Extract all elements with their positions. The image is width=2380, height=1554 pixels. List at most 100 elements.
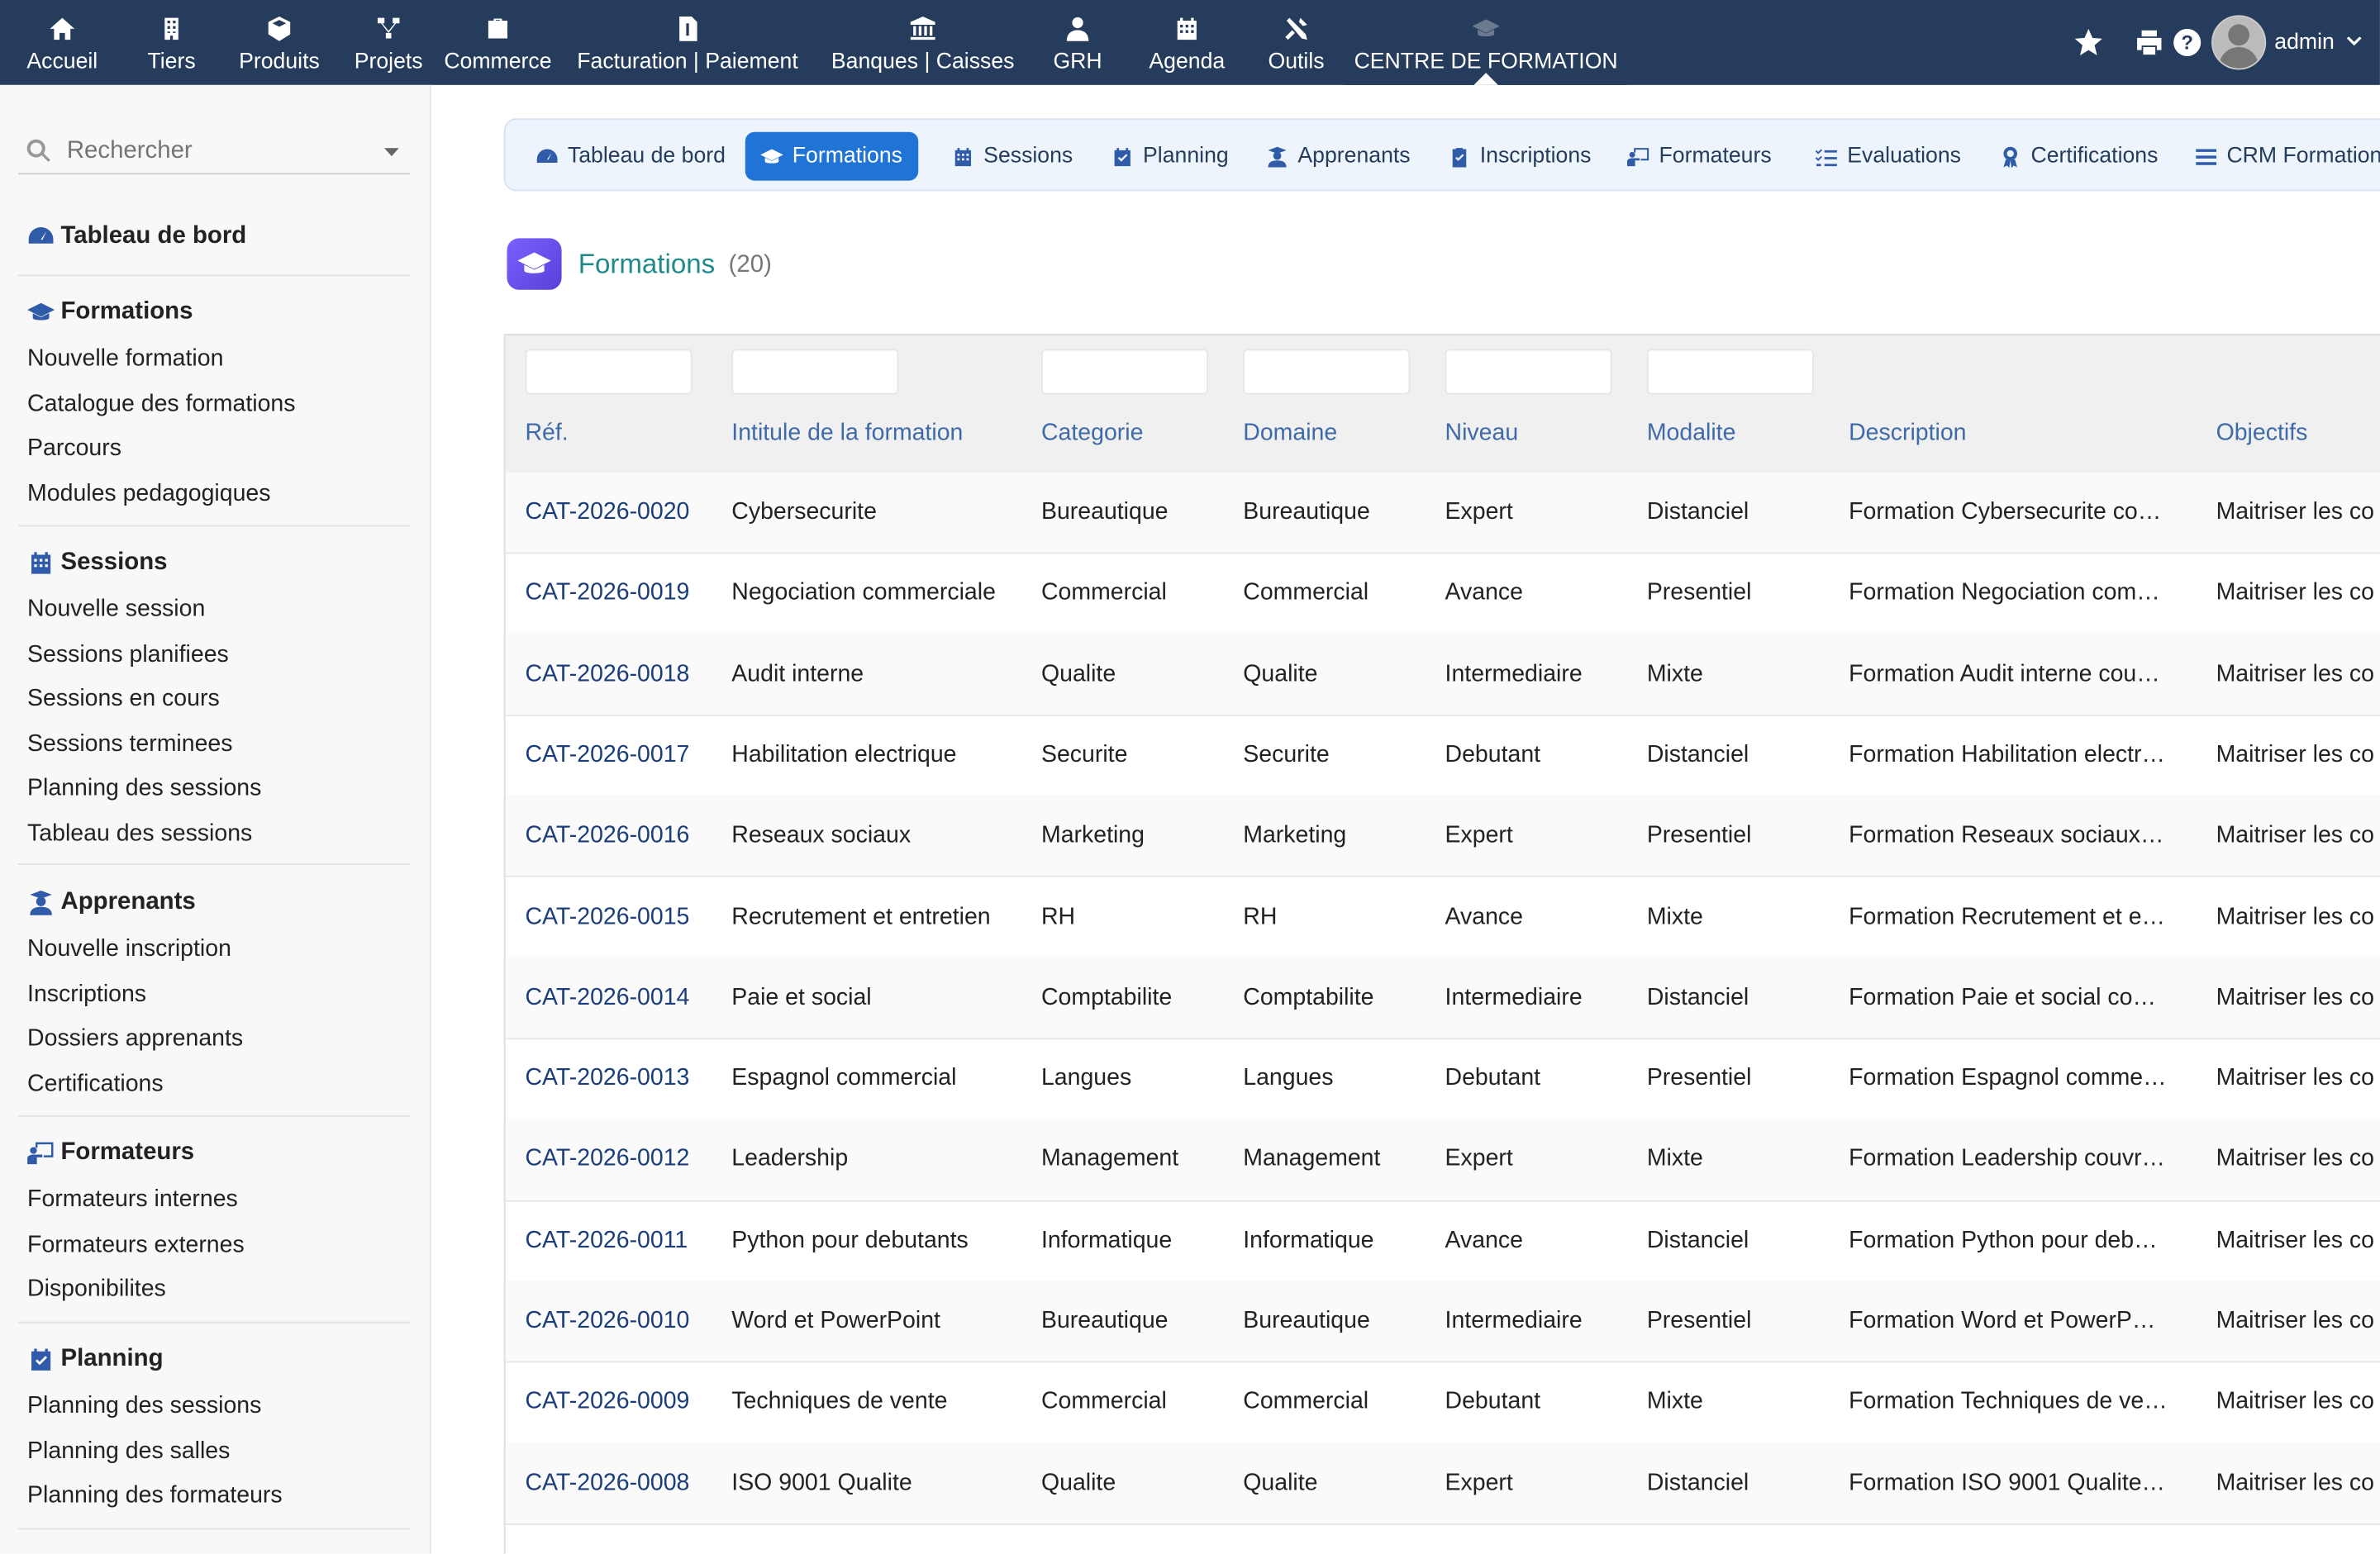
table-row[interactable]: CAT-2026-0011 Python pour debutants Inform… <box>505 1200 2380 1282</box>
cell-ref[interactable]: CAT-2026-0015 <box>525 877 722 957</box>
tab-formateurs[interactable]: Formateurs <box>1612 132 1787 181</box>
nav-item-commerce[interactable]: Commerce <box>437 0 559 85</box>
column-header-domaine[interactable]: Domaine <box>1243 421 1337 448</box>
nav-item-projets[interactable]: Projets <box>340 0 437 85</box>
table-row[interactable]: CAT-2026-0013 Espagnol commercial Langues L… <box>505 1038 2380 1121</box>
menu-title-tableau-de-bord[interactable]: Tableau de bord <box>18 220 410 253</box>
nav-item-banques[interactable]: Banques | Caisses <box>816 0 1029 85</box>
cell-description: Formation Python pour deb… <box>1849 1227 2158 1253</box>
table-row[interactable]: CAT-2026-0014 Paie et social Comptabilite C… <box>505 957 2380 1040</box>
tab-tableau-de-bord[interactable]: Tableau de bord <box>521 132 740 181</box>
tab-formations[interactable]: Formations <box>745 131 918 181</box>
search-box[interactable] <box>18 131 410 175</box>
filter-input-intitule[interactable] <box>731 349 899 395</box>
table-row[interactable]: CAT-2026-0018 Audit interne Qualite Qualite… <box>505 633 2380 716</box>
menu-title-sessions[interactable]: Sessions <box>18 546 410 579</box>
nav-item-centre-de-formation[interactable]: CENTRE DE FORMATION <box>1345 0 1627 85</box>
cell-ref[interactable]: CAT-2026-0009 <box>525 1362 722 1442</box>
nav-item-accueil[interactable]: Accueil <box>0 0 125 85</box>
cell-ref[interactable]: CAT-2026-0014 <box>525 958 722 1038</box>
menu-link-tableau-sessions[interactable]: Tableau des sessions <box>18 811 410 856</box>
table-row[interactable]: CAT-2026-0016 Reseaux sociaux Marketing Mar… <box>505 795 2380 878</box>
filter-input-niveau[interactable] <box>1445 349 1612 395</box>
nav-item-produits[interactable]: Produits <box>218 0 340 85</box>
column-header-ref[interactable]: Réf. <box>525 421 568 448</box>
menu-link-planning-des-formateurs[interactable]: Planning des formateurs <box>18 1473 410 1518</box>
menu-link-parcours[interactable]: Parcours <box>18 426 410 471</box>
menu-link-sessions-en-cours[interactable]: Sessions en cours <box>18 677 410 721</box>
table-row[interactable]: CAT-2026-0019 Negociation commerciale Comm… <box>505 553 2380 635</box>
menu-link-formateurs-externes[interactable]: Formateurs externes <box>18 1222 410 1266</box>
filter-input-modalite[interactable] <box>1646 349 1814 395</box>
table-row[interactable]: CAT-2026-0009 Techniques de vente Commerci… <box>505 1362 2380 1444</box>
cell-ref[interactable]: CAT-2026-0012 <box>525 1119 722 1199</box>
nav-item-grh[interactable]: GRH <box>1029 0 1126 85</box>
menu-link-planning-des-salles[interactable]: Planning des salles <box>18 1428 410 1473</box>
menu-link-inscriptions[interactable]: Inscriptions <box>18 972 410 1016</box>
menu-link-nouvelle-session[interactable]: Nouvelle session <box>18 587 410 632</box>
column-header-modalite[interactable]: Modalite <box>1647 421 1736 448</box>
menu-title-formations[interactable]: Formations <box>18 296 410 329</box>
column-header-objectifs[interactable]: Objectifs <box>2216 421 2308 448</box>
menu-section-sessions: Sessions Nouvelle session Sessions plani… <box>18 546 410 856</box>
column-header-categorie[interactable]: Categorie <box>1041 421 1143 448</box>
menu-link-sessions-terminees[interactable]: Sessions terminees <box>18 721 410 766</box>
table-row[interactable]: CAT-2026-0015 Recrutement et entretien RH R… <box>505 877 2380 959</box>
cell-ref[interactable]: CAT-2026-0011 <box>525 1200 722 1280</box>
menu-link-sessions-planifiees[interactable]: Sessions planifiees <box>18 632 410 677</box>
tab-sessions[interactable]: Sessions <box>936 132 1088 181</box>
menu-link-disponibilites[interactable]: Disponibilites <box>18 1267 410 1312</box>
table-row[interactable]: CAT-2026-0010 Word et PowerPoint Bureautiq… <box>505 1281 2380 1363</box>
chevron-down-icon[interactable] <box>2344 32 2365 54</box>
filter-input-ref[interactable] <box>525 349 693 395</box>
table-row[interactable]: CAT-2026-0020 Cybersecurite Bureautique Bur… <box>505 472 2380 554</box>
cell-ref[interactable]: CAT-2026-0010 <box>525 1281 722 1361</box>
filter-input-domaine[interactable] <box>1243 349 1411 395</box>
tab-certifications[interactable]: Certifications <box>1984 132 2173 181</box>
nav-item-agenda[interactable]: Agenda <box>1126 0 1248 85</box>
tab-evaluations[interactable]: Evaluations <box>1800 132 1976 181</box>
cell-ref[interactable]: CAT-2026-0017 <box>525 715 722 795</box>
table-row[interactable]: CAT-2026-0012 Leadership Management Managem… <box>505 1119 2380 1202</box>
menu-link-formateurs-internes[interactable]: Formateurs internes <box>18 1177 410 1222</box>
column-header-description[interactable]: Description <box>1849 421 1966 448</box>
nav-item-tiers[interactable]: Tiers <box>125 0 219 85</box>
help-icon[interactable]: ? <box>2171 27 2202 58</box>
table-row[interactable]: CAT-2026-0017 Habilitation electrique Secu… <box>505 715 2380 797</box>
filter-input-categorie[interactable] <box>1040 349 1209 395</box>
menu-link-planning-sessions[interactable]: Planning des sessions <box>18 767 410 811</box>
tab-crm-formation[interactable]: CRM Formation <box>2180 132 2380 181</box>
tab-apprenants[interactable]: Apprenants <box>1250 132 1426 181</box>
tab-planning[interactable]: Planning <box>1096 132 1244 181</box>
cell-ref[interactable]: CAT-2026-0008 <box>525 1442 722 1523</box>
menu-title-apprenants[interactable]: Apprenants <box>18 886 410 920</box>
menu-link-nouvelle-inscription[interactable]: Nouvelle inscription <box>18 927 410 972</box>
print-icon[interactable] <box>2133 27 2163 58</box>
table-row[interactable]: CAT-2026-0008 ISO 9001 Qualite Qualite Qual… <box>505 1442 2380 1525</box>
calendar-check-icon <box>1114 147 1130 166</box>
menu-title-planning[interactable]: Planning <box>18 1343 410 1376</box>
cell-ref[interactable]: CAT-2026-0019 <box>525 553 722 633</box>
menu-link-planning-des-sessions[interactable]: Planning des sessions <box>18 1384 410 1428</box>
caret-down-icon[interactable] <box>383 143 401 161</box>
menu-title-formateurs[interactable]: Formateurs <box>18 1137 410 1170</box>
menu-link-catalogue-formations[interactable]: Catalogue des formations <box>18 382 410 426</box>
menu-link-certifications[interactable]: Certifications <box>18 1062 410 1106</box>
graduation-cap-icon <box>760 148 783 163</box>
nav-item-facturation[interactable]: Facturation | Paiement <box>559 0 816 85</box>
menu-link-nouvelle-formation[interactable]: Nouvelle formation <box>18 337 410 382</box>
star-icon[interactable] <box>2073 27 2103 58</box>
menu-link-dossiers-apprenants[interactable]: Dossiers apprenants <box>18 1017 410 1062</box>
column-header-niveau[interactable]: Niveau <box>1445 421 1519 448</box>
cell-ref[interactable]: CAT-2026-0020 <box>525 472 722 552</box>
cell-ref[interactable]: CAT-2026-0013 <box>525 1038 722 1118</box>
user-name[interactable]: admin <box>2274 31 2335 55</box>
cell-ref[interactable]: CAT-2026-0016 <box>525 796 722 876</box>
search-input[interactable] <box>64 136 359 168</box>
cell-ref[interactable]: CAT-2026-0018 <box>525 634 722 714</box>
menu-link-modules-pedagogiques[interactable]: Modules pedagogiques <box>18 471 410 516</box>
nav-item-outils[interactable]: Outils <box>1248 0 1345 85</box>
avatar[interactable] <box>2211 15 2266 70</box>
tab-inscriptions[interactable]: Inscriptions <box>1433 132 1606 181</box>
column-header-intitule[interactable]: Intitule de la formation <box>731 421 963 448</box>
